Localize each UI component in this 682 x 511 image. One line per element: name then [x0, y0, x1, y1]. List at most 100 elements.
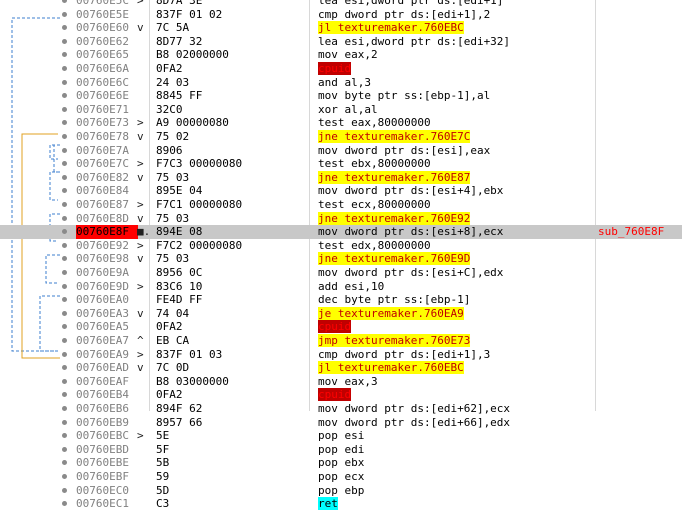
address-cell[interactable]: 00760E7A: [76, 144, 138, 158]
instruction-row[interactable]: 00760E7C > F7C3 00000080 test ebx,80000000: [0, 157, 682, 171]
disassembly-cell[interactable]: mov dword ptr ds:[edi+62],ecx: [318, 402, 510, 416]
disassembly-cell[interactable]: jl texturemaker.760EBC: [318, 361, 464, 375]
disassembly-cell[interactable]: jne texturemaker.760E9D: [318, 252, 471, 266]
address-cell[interactable]: 00760E71: [76, 103, 138, 117]
address-cell[interactable]: 00760EA0: [76, 293, 138, 307]
instruction-row[interactable]: 00760E78 v 75 02 jne texturemaker.760E7C: [0, 130, 682, 144]
breakpoint-dot[interactable]: [62, 433, 67, 439]
instruction-row[interactable]: 00760E8D v 75 03 jne texturemaker.760E92: [0, 211, 682, 226]
disassembly-cell[interactable]: jne texturemaker.760E92: [318, 211, 471, 226]
instruction-row[interactable]: 00760E71 32C0 xor al,al: [0, 103, 682, 117]
breakpoint-dot[interactable]: [62, 174, 67, 180]
address-cell[interactable]: 00760E73: [76, 116, 138, 130]
breakpoint-dot[interactable]: [62, 270, 67, 275]
disassembly-cell[interactable]: test edx,80000000: [318, 239, 431, 253]
address-cell[interactable]: 00760E78: [76, 130, 138, 144]
disassembly-cell[interactable]: mov dword ptr ds:[edi+66],edx: [318, 416, 510, 430]
instruction-row[interactable]: 00760E7A 8906 mov dword ptr ds:[esi],eax: [0, 144, 682, 158]
breakpoint-dot[interactable]: [62, 215, 67, 221]
breakpoint-dot[interactable]: [62, 202, 67, 207]
breakpoint-dot[interactable]: [62, 419, 67, 425]
breakpoint-dot[interactable]: [62, 188, 67, 194]
breakpoint-dot[interactable]: [62, 283, 67, 289]
instruction-row[interactable]: 00760EB4 0FA2 cpuid: [0, 388, 682, 402]
disassembly-cell[interactable]: mov dword ptr ds:[esi],eax: [318, 144, 490, 158]
address-cell[interactable]: 00760E9D: [76, 280, 138, 294]
disassembly-cell[interactable]: pop esi: [318, 429, 364, 443]
breakpoint-dot[interactable]: [62, 256, 67, 262]
disassembly-cell[interactable]: test eax,80000000: [318, 116, 431, 130]
disassembly-cell[interactable]: je texturemaker.760EA9: [318, 306, 464, 321]
disassembly-cell[interactable]: dec byte ptr ss:[ebp-1]: [318, 293, 470, 307]
instruction-row[interactable]: 00760E6A 0FA2 cpuid: [0, 62, 682, 76]
instruction-row[interactable]: 00760EB6 894F 62 mov dword ptr ds:[edi+62]…: [0, 402, 682, 416]
breakpoint-dot[interactable]: [62, 106, 67, 112]
instruction-row[interactable]: 00760E8F ■. 894E 08 mov dword ptr ds:[esi+8…: [0, 225, 682, 239]
breakpoint-dot[interactable]: [62, 338, 67, 343]
disassembly-cell[interactable]: xor al,al: [318, 103, 378, 117]
breakpoint-dot[interactable]: [62, 52, 67, 58]
address-cell[interactable]: 00760EBC: [76, 429, 138, 443]
address-cell[interactable]: 00760EAD: [76, 361, 138, 375]
instruction-row[interactable]: 00760EA9 >837F 01 03 cmp dword ptr ds:[edi…: [0, 348, 682, 362]
address-cell[interactable]: 00760E98: [76, 252, 138, 266]
address-cell[interactable]: 00760EC0: [76, 484, 138, 498]
instruction-row[interactable]: 00760E92 > F7C2 00000080 test edx,80000000: [0, 239, 682, 253]
instruction-row[interactable]: 00760EAF B8 03000000 mov eax,3: [0, 375, 682, 389]
breakpoint-dot[interactable]: [62, 351, 67, 357]
address-cell[interactable]: 00760EA7: [76, 334, 138, 348]
disassembly-cell[interactable]: pop ecx: [318, 470, 364, 484]
instruction-row[interactable]: 00760E98 v 75 03 jne texturemaker.760E9D: [0, 252, 682, 266]
address-cell[interactable]: 00760E8F: [76, 225, 138, 239]
disassembly-cell[interactable]: pop ebp: [318, 484, 364, 498]
disassembly-cell[interactable]: jl texturemaker.760EBC: [318, 21, 464, 35]
instruction-row[interactable]: 00760E84 895E 04 mov dword ptr ds:[esi+4],…: [0, 184, 682, 198]
breakpoint-dot[interactable]: [62, 25, 67, 31]
instruction-row[interactable]: 00760E5E 837F 01 02 cmp dword ptr ds:[edi+…: [0, 8, 682, 22]
address-cell[interactable]: 00760E6C: [76, 76, 138, 90]
disassembly-cell[interactable]: mov dword ptr ds:[esi+4],ebx: [318, 184, 503, 198]
breakpoint-dot[interactable]: [62, 79, 67, 85]
instruction-row[interactable]: 00760E9A 8956 0C mov dword ptr ds:[esi+C],…: [0, 266, 682, 280]
disassembly-cell[interactable]: and al,3: [318, 76, 371, 90]
disassembly-cell[interactable]: pop edi: [318, 443, 364, 457]
address-cell[interactable]: 00760E60: [76, 21, 138, 35]
address-cell[interactable]: 00760E84: [76, 184, 138, 198]
breakpoint-dot[interactable]: [62, 324, 67, 330]
instruction-row[interactable]: 00760EA7 ^ EB CA jmp texturemaker.760E73: [0, 334, 682, 348]
instruction-row[interactable]: 00760EBF 59 pop ecx: [0, 470, 682, 484]
address-cell[interactable]: 00760E6A: [76, 62, 138, 76]
breakpoint-dot[interactable]: [62, 378, 67, 384]
address-cell[interactable]: 00760E6E: [76, 89, 138, 103]
instruction-row[interactable]: 00760E87 > F7C1 00000080 test ecx,80000000: [0, 198, 682, 212]
instruction-row[interactable]: 00760EA3 v 74 04 je texturemaker.760EA9: [0, 306, 682, 321]
address-cell[interactable]: 00760E5E: [76, 8, 138, 22]
instruction-row[interactable]: 00760EBC >5E pop esi: [0, 429, 682, 443]
instruction-row[interactable]: 00760E82 v 75 03 jne texturemaker.760E87: [0, 170, 682, 185]
breakpoint-dot[interactable]: [62, 11, 67, 17]
disassembly-cell[interactable]: cmp dword ptr ds:[edi+1],3: [318, 348, 490, 362]
instruction-row[interactable]: 00760EA5 0FA2 cpuid: [0, 320, 682, 334]
instruction-row[interactable]: 00760EBE 5B pop ebx: [0, 456, 682, 470]
address-cell[interactable]: 00760EAF: [76, 375, 138, 389]
disassembly-cell[interactable]: jne texturemaker.760E87: [318, 170, 471, 185]
disassembly-cell[interactable]: mov dword ptr ds:[esi+C],edx: [318, 266, 503, 280]
disassembly-cell[interactable]: cmp dword ptr ds:[edi+1],2: [318, 8, 490, 22]
disassembly-cell[interactable]: test ebx,80000000: [318, 157, 431, 171]
address-cell[interactable]: 00760E9A: [76, 266, 138, 280]
address-cell[interactable]: 00760EBF: [76, 470, 138, 484]
disassembly-cell[interactable]: mov eax,2: [318, 48, 378, 62]
instruction-row[interactable]: 00760E62 8D77 32 lea esi,dword ptr ds:[edi…: [0, 35, 682, 49]
disassembly-cell[interactable]: add esi,10: [318, 280, 384, 294]
disassembly-cell[interactable]: jmp texturemaker.760E73: [318, 334, 471, 348]
breakpoint-dot[interactable]: [62, 392, 67, 398]
disassembly-cell[interactable]: mov byte ptr ss:[ebp-1],al: [318, 89, 490, 103]
breakpoint-dot[interactable]: [62, 161, 67, 167]
disassembly-cell[interactable]: ret: [318, 497, 338, 511]
disassembly-view[interactable]: 00760E5C >8D7A 3E lea esi,dword ptr ds:[ed…: [0, 0, 682, 511]
instruction-row[interactable]: 00760E60 v 7C 5A jl texturemaker.760EBC: [0, 21, 682, 35]
disassembly-cell[interactable]: mov eax,3: [318, 375, 378, 389]
address-cell[interactable]: 00760E5C: [76, 0, 138, 8]
address-cell[interactable]: 00760E92: [76, 239, 138, 253]
address-cell[interactable]: 00760E62: [76, 35, 138, 49]
